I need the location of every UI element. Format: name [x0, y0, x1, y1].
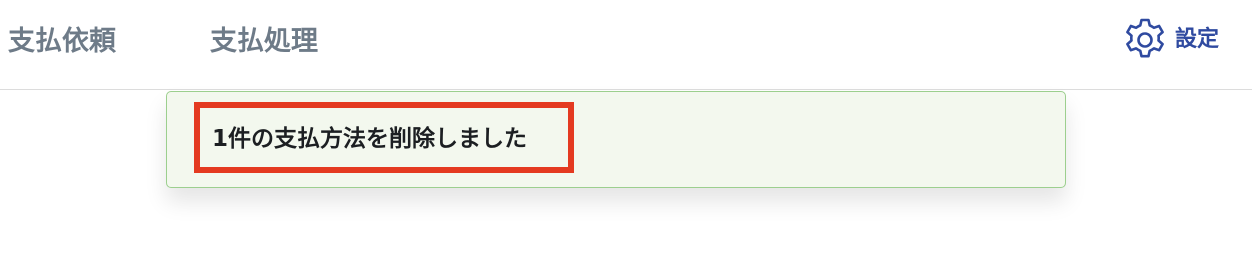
- nav-payment-processing[interactable]: 支払処理: [210, 23, 318, 61]
- settings-label: 設定: [1175, 27, 1220, 52]
- gear-icon: [1121, 16, 1169, 64]
- top-header: 支払依頼 支払処理 設定: [0, 0, 1252, 90]
- settings-button[interactable]: 設定: [1121, 16, 1219, 64]
- notification-message: 1件の支払方法を削除しました: [212, 126, 528, 152]
- nav-payment-request[interactable]: 支払依頼: [8, 23, 116, 61]
